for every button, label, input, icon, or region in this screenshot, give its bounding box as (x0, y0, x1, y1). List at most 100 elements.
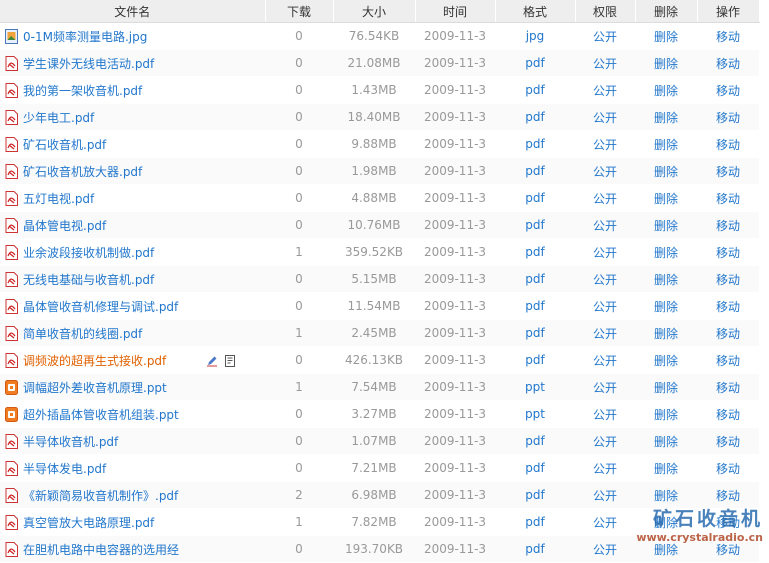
delete-link[interactable]: 删除 (635, 400, 697, 428)
permission-link[interactable]: 公开 (575, 427, 635, 455)
file-format-link[interactable]: pdf (495, 103, 575, 131)
edit-icon[interactable] (206, 355, 218, 367)
file-name-link[interactable]: 矿石收音机放大器.pdf (23, 165, 142, 179)
permission-link[interactable]: 公开 (575, 103, 635, 131)
delete-link[interactable]: 删除 (635, 157, 697, 185)
permission-link[interactable]: 公开 (575, 481, 635, 509)
move-link[interactable]: 移动 (697, 211, 759, 239)
move-link[interactable]: 移动 (697, 427, 759, 455)
file-name-link[interactable]: 业余波段接收机制做.pdf (23, 246, 154, 260)
file-format-link[interactable]: pdf (495, 76, 575, 104)
delete-link[interactable]: 删除 (635, 130, 697, 158)
delete-link[interactable]: 删除 (635, 103, 697, 131)
delete-link[interactable]: 删除 (635, 481, 697, 509)
permission-link[interactable]: 公开 (575, 130, 635, 158)
file-format-link[interactable]: pdf (495, 130, 575, 158)
move-link[interactable]: 移动 (697, 400, 759, 428)
header-downloads[interactable]: 下载 (265, 0, 334, 23)
file-name-link[interactable]: 晶体管收音机修理与调试.pdf (23, 300, 178, 314)
permission-link[interactable]: 公开 (575, 184, 635, 212)
delete-link[interactable]: 删除 (635, 265, 697, 293)
file-name-link[interactable]: 《新颖简易收音机制作》.pdf (23, 489, 178, 503)
file-name-link[interactable]: 半导体发电.pdf (23, 462, 106, 476)
file-format-link[interactable]: pdf (495, 292, 575, 320)
file-format-link[interactable]: pdf (495, 454, 575, 482)
file-name-link[interactable]: 调频波的超再生式接收.pdf (23, 354, 166, 368)
permission-link[interactable]: 公开 (575, 400, 635, 428)
file-name-link[interactable]: 半导体收音机.pdf (23, 435, 118, 449)
file-format-link[interactable]: pdf (495, 508, 575, 536)
file-format-link[interactable]: pdf (495, 427, 575, 455)
delete-link[interactable]: 删除 (635, 22, 697, 50)
move-link[interactable]: 移动 (697, 238, 759, 266)
file-name-link[interactable]: 学生课外无线电活动.pdf (23, 57, 154, 71)
file-format-link[interactable]: pdf (495, 319, 575, 347)
move-link[interactable]: 移动 (697, 454, 759, 482)
delete-link[interactable]: 删除 (635, 49, 697, 77)
file-format-link[interactable]: pdf (495, 535, 575, 563)
move-link[interactable]: 移动 (697, 103, 759, 131)
file-format-link[interactable]: pdf (495, 49, 575, 77)
permission-link[interactable]: 公开 (575, 346, 635, 374)
file-name-link[interactable]: 0-1M频率测量电路.jpg (23, 30, 147, 44)
move-link[interactable]: 移动 (697, 76, 759, 104)
move-link[interactable]: 移动 (697, 130, 759, 158)
file-name-link[interactable]: 无线电基础与收音机.pdf (23, 273, 154, 287)
move-link[interactable]: 移动 (697, 319, 759, 347)
permission-link[interactable]: 公开 (575, 454, 635, 482)
move-link[interactable]: 移动 (697, 535, 759, 563)
permission-link[interactable]: 公开 (575, 157, 635, 185)
move-link[interactable]: 移动 (697, 157, 759, 185)
file-format-link[interactable]: pdf (495, 184, 575, 212)
file-format-link[interactable]: ppt (495, 400, 575, 428)
delete-link[interactable]: 删除 (635, 319, 697, 347)
header-format[interactable]: 格式 (495, 0, 576, 23)
file-name-link[interactable]: 调幅超外差收音机原理.ppt (23, 381, 167, 395)
file-name-link[interactable]: 五灯电视.pdf (23, 192, 94, 206)
delete-link[interactable]: 删除 (635, 373, 697, 401)
file-name-link[interactable]: 在胆机电路中电容器的选用经 (23, 543, 179, 557)
delete-link[interactable]: 删除 (635, 292, 697, 320)
file-format-link[interactable]: pdf (495, 481, 575, 509)
file-name-link[interactable]: 我的第一架收音机.pdf (23, 84, 142, 98)
permission-link[interactable]: 公开 (575, 211, 635, 239)
delete-link[interactable]: 删除 (635, 427, 697, 455)
permission-link[interactable]: 公开 (575, 319, 635, 347)
file-format-link[interactable]: jpg (495, 22, 575, 50)
file-name-link[interactable]: 超外插晶体管收音机组装.ppt (23, 408, 179, 422)
delete-link[interactable]: 删除 (635, 535, 697, 563)
move-link[interactable]: 移动 (697, 292, 759, 320)
delete-link[interactable]: 删除 (635, 508, 697, 536)
delete-link[interactable]: 删除 (635, 346, 697, 374)
move-link[interactable]: 移动 (697, 346, 759, 374)
permission-link[interactable]: 公开 (575, 292, 635, 320)
permission-link[interactable]: 公开 (575, 508, 635, 536)
delete-link[interactable]: 删除 (635, 211, 697, 239)
delete-link[interactable]: 删除 (635, 76, 697, 104)
file-format-link[interactable]: pdf (495, 238, 575, 266)
permission-link[interactable]: 公开 (575, 22, 635, 50)
delete-link[interactable]: 删除 (635, 454, 697, 482)
move-link[interactable]: 移动 (697, 373, 759, 401)
header-size[interactable]: 大小 (333, 0, 416, 23)
file-name-link[interactable]: 少年电工.pdf (23, 111, 94, 125)
permission-link[interactable]: 公开 (575, 373, 635, 401)
header-date[interactable]: 时间 (415, 0, 496, 23)
delete-link[interactable]: 删除 (635, 184, 697, 212)
permission-link[interactable]: 公开 (575, 535, 635, 563)
header-name[interactable]: 文件名 (0, 0, 266, 23)
permission-link[interactable]: 公开 (575, 49, 635, 77)
file-format-link[interactable]: pdf (495, 211, 575, 239)
file-name-link[interactable]: 矿石收音机.pdf (23, 138, 106, 152)
delete-link[interactable]: 删除 (635, 238, 697, 266)
permission-link[interactable]: 公开 (575, 265, 635, 293)
move-link[interactable]: 移动 (697, 508, 759, 536)
file-name-link[interactable]: 简单收音机的线圈.pdf (23, 327, 142, 341)
note-icon[interactable] (224, 354, 236, 367)
file-format-link[interactable]: pdf (495, 265, 575, 293)
move-link[interactable]: 移动 (697, 481, 759, 509)
move-link[interactable]: 移动 (697, 184, 759, 212)
permission-link[interactable]: 公开 (575, 76, 635, 104)
move-link[interactable]: 移动 (697, 22, 759, 50)
move-link[interactable]: 移动 (697, 265, 759, 293)
